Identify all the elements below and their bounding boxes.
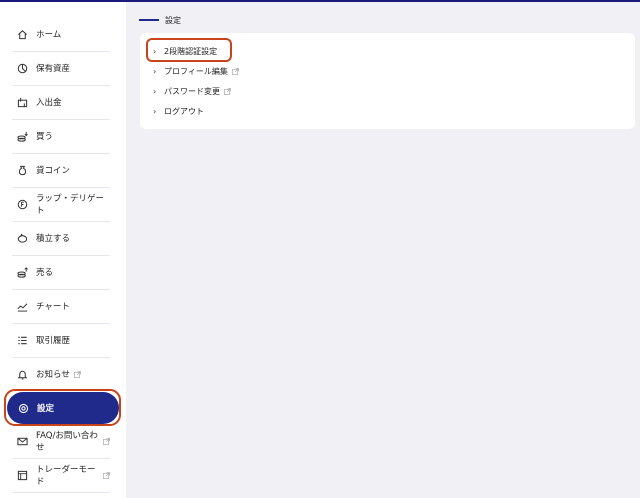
menu-item-profile-edit[interactable]: › プロフィール編集 xyxy=(153,64,239,78)
bell-icon xyxy=(16,368,28,380)
sidebar-item-sell[interactable]: 売る xyxy=(12,255,110,290)
sidebar-item-label: 売る xyxy=(36,268,54,278)
sidebar: ホーム 保有資産 入出金 買う 貸コイン ラップ・デリゲート 積立する 売る チ… xyxy=(0,2,126,498)
title-accent-bar xyxy=(139,19,159,21)
buy-icon xyxy=(16,130,28,142)
chevron-right-icon: › xyxy=(153,66,157,76)
chevron-right-icon: › xyxy=(153,106,157,116)
sell-icon xyxy=(16,266,28,278)
sidebar-item-chart[interactable]: チャート xyxy=(12,289,110,324)
page-header: 設定 xyxy=(139,13,181,27)
wrap-delegate-icon xyxy=(16,198,28,210)
home-icon xyxy=(16,28,28,40)
sidebar-item-label: 買う xyxy=(36,132,54,142)
sidebar-item-label: 取引履歴 xyxy=(36,336,71,346)
sidebar-item-label: ホーム xyxy=(36,30,62,40)
trader-icon xyxy=(16,469,28,481)
piggy-bank-icon xyxy=(16,232,28,244)
menu-item-label: ログアウト xyxy=(164,106,204,116)
sidebar-item-history[interactable]: 取引履歴 xyxy=(12,323,110,358)
sidebar-item-lend-coin[interactable]: 貸コイン xyxy=(12,153,110,188)
menu-item-two-factor[interactable]: › 2段階認証設定 xyxy=(153,44,217,58)
sidebar-item-label: チャート xyxy=(36,302,70,312)
chevron-right-icon: › xyxy=(153,46,157,56)
sidebar-item-home[interactable]: ホーム xyxy=(12,17,110,52)
sidebar-item-buy[interactable]: 買う xyxy=(12,119,110,154)
page-title: 設定 xyxy=(165,15,181,25)
sidebar-item-label: トレーダーモード xyxy=(36,465,96,487)
history-icon xyxy=(16,334,28,346)
menu-item-password-change[interactable]: › パスワード変更 xyxy=(153,84,231,98)
external-link-icon xyxy=(103,437,110,445)
deposit-withdraw-icon xyxy=(16,96,28,108)
menu-item-logout[interactable]: › ログアウト xyxy=(153,104,204,118)
external-link-icon xyxy=(231,67,239,75)
sidebar-item-label: ラップ・デリゲート xyxy=(36,194,105,216)
sidebar-item-label: 積立する xyxy=(36,234,71,244)
sidebar-item-wrap-delegate[interactable]: ラップ・デリゲート xyxy=(12,187,110,222)
gear-icon xyxy=(17,402,29,414)
sidebar-item-news[interactable]: お知らせ xyxy=(12,357,110,391)
external-link-icon xyxy=(73,370,81,378)
sidebar-item-savings[interactable]: 積立する xyxy=(12,221,110,256)
menu-item-label: 2段階認証設定 xyxy=(164,46,218,56)
sidebar-item-label: 保有資産 xyxy=(36,64,71,74)
sidebar-item-deposit-withdraw[interactable]: 入出金 xyxy=(12,85,110,120)
sidebar-item-settings[interactable]: 設定 xyxy=(7,392,119,424)
menu-item-label: プロフィール編集 xyxy=(164,66,228,76)
sidebar-item-label: 入出金 xyxy=(36,98,62,108)
sidebar-item-trader-mode[interactable]: トレーダーモード xyxy=(12,458,110,493)
sidebar-item-label: お知らせ xyxy=(36,370,70,380)
sidebar-item-faq[interactable]: FAQ/お問い合わせ xyxy=(12,424,110,459)
mail-icon xyxy=(16,435,28,447)
sidebar-item-label: 貸コイン xyxy=(36,166,71,176)
lend-coin-icon xyxy=(16,164,28,176)
portfolio-icon xyxy=(16,62,28,74)
sidebar-item-label: FAQ/お問い合わせ xyxy=(36,431,98,453)
sidebar-item-label: 設定 xyxy=(37,404,55,414)
chart-icon xyxy=(16,300,28,312)
sidebar-item-portfolio[interactable]: 保有資産 xyxy=(12,51,110,86)
menu-item-label: パスワード変更 xyxy=(164,86,220,96)
external-link-icon xyxy=(224,87,231,95)
external-link-icon xyxy=(103,471,110,479)
chevron-right-icon: › xyxy=(153,86,157,96)
